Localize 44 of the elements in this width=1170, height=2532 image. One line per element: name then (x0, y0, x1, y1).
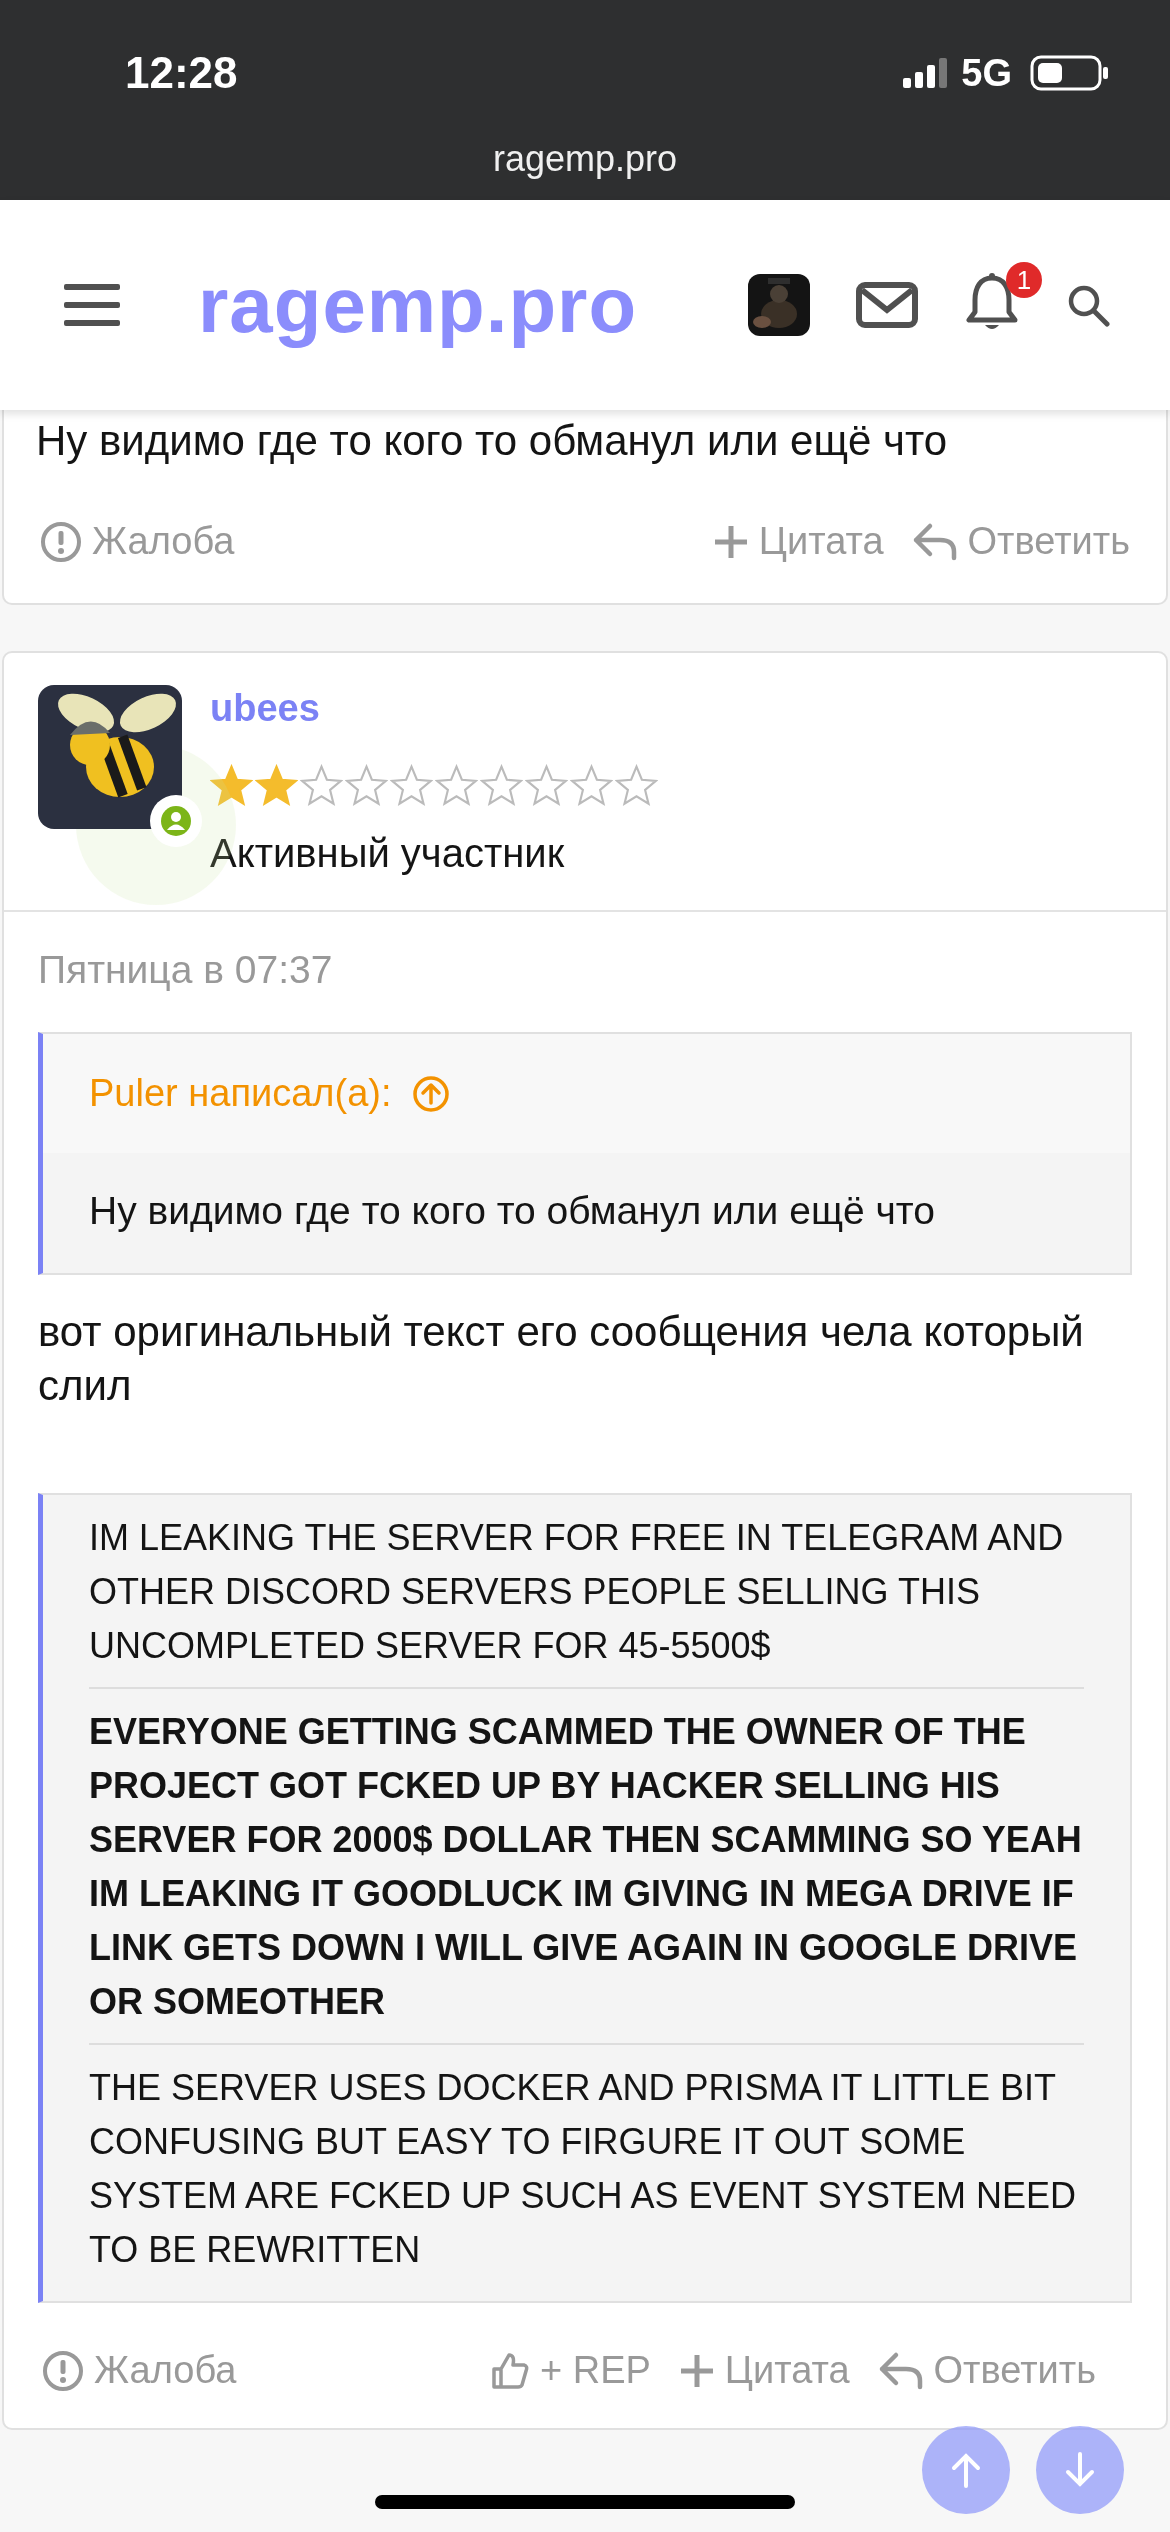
post-date[interactable]: Пятница в 07:37 (38, 948, 1132, 992)
star-icon (480, 764, 523, 807)
user-title: Активный участник (210, 831, 566, 876)
site-logo[interactable]: ragemp.pro (198, 259, 638, 351)
quote-paragraph: EVERYONE GETTING SCAMMED THE OWNER OF THE PROJECT GOT FCKED UP BY HACKER SELLING HIS SERVER FOR 2000$ DOLLAR THEN SCAMMING SO YEAH IM LEAKING IT GOODLUCK IM GIVING IN MEGA DRIVE IF LINK GETS DOWN I WILL GIVE AGAIN IN GOOGLE DRIVE OR SOMEOTHER (89, 1710, 1083, 2024)
report-button[interactable]: Жалоба (38, 2343, 241, 2398)
search-icon[interactable] (1066, 283, 1110, 327)
star-icon (390, 764, 433, 807)
quote-attribution[interactable]: Puler написал(а): (89, 1072, 392, 1115)
alert-icon (42, 2349, 84, 2392)
post-text: вот оригинальный текст его сообщения чела который слил (38, 1307, 1085, 1411)
username-link[interactable]: ubees (210, 687, 658, 730)
page-url[interactable]: ragemp.pro (492, 138, 678, 180)
alert-icon (40, 520, 82, 563)
star-icon (615, 764, 658, 807)
reply-icon (911, 521, 958, 562)
post-text: Ну видимо где то кого то обманул или ещё что (36, 416, 949, 466)
plus-icon (678, 2352, 715, 2389)
star-icon (525, 764, 568, 807)
clock-time: 12:28 (125, 48, 238, 98)
quote-button[interactable]: Цитата (708, 514, 888, 569)
signal-icon (903, 58, 950, 88)
star-icon (210, 764, 253, 807)
quote-paragraph: THE SERVER USES DOCKER AND PRISMA IT LITTLE BIT CONFUSING BUT EASY TO FIRGURE IT OUT SOME SYSTEM ARE FCKED UP SUCH AS EVENT SYSTEM NEED TO BE REWRITTEN (89, 2066, 1077, 2272)
reply-button[interactable]: Ответить (907, 514, 1134, 569)
reply-icon (877, 2350, 924, 2391)
quote-paragraph: IM LEAKING THE SERVER FOR FREE IN TELEGRAM AND OTHER DISCORD SERVERS PEOPLE SELLING THIS UNCOMPLETED SERVER FOR 45-5500$ (89, 1516, 1065, 1668)
quote-text: Ну видимо где то кого то обманул или ещё что (88, 1188, 936, 1234)
report-button[interactable]: Жалоба (36, 514, 239, 569)
mail-icon[interactable] (856, 282, 918, 328)
quote-button[interactable]: Цитата (674, 2343, 854, 2398)
star-icon (570, 764, 613, 807)
star-icon (300, 764, 343, 807)
menu-icon[interactable] (64, 282, 120, 328)
star-icon (435, 764, 478, 807)
plus-icon (712, 523, 749, 560)
star-icon (255, 764, 298, 807)
battery-icon (1030, 55, 1110, 91)
network-label: 5G (961, 51, 1012, 95)
reply-button[interactable]: Ответить (873, 2343, 1100, 2398)
notification-badge: 1 (1006, 262, 1042, 298)
star-icon (345, 764, 388, 807)
thumbs-up-icon (489, 2350, 530, 2391)
reputation-button[interactable]: + REP (485, 2343, 655, 2398)
